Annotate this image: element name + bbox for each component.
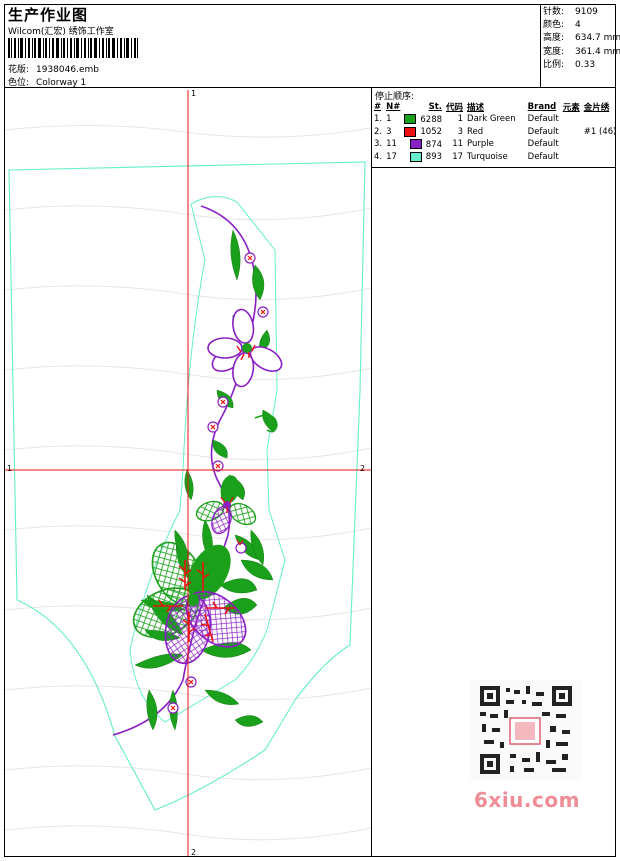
design-file-line: 花版: 1938046.emb — [8, 62, 99, 75]
row-element — [561, 151, 582, 164]
company-name: Wilcom(汇宏) 绣饰工作室 — [8, 27, 114, 37]
col-header-brand: Brand — [527, 102, 557, 112]
row-description: Dark Green — [467, 114, 516, 125]
row-stitches: 6288 — [402, 113, 444, 126]
height-value: 634.7 mm — [575, 33, 620, 44]
colors-value: 4 — [575, 20, 581, 31]
colors-label: 颜色: — [543, 20, 565, 31]
col-header-code: 代码 — [446, 103, 464, 113]
row-stitches: 893 — [402, 151, 444, 164]
stitches-label: 针数: — [543, 7, 565, 17]
stitch-count: 874 — [425, 139, 443, 150]
row-element — [561, 138, 582, 151]
stop-sequence-table: # N# St. 代码 描述 Brand 元素 金片绣 1. 1 6288 1 Dark… — [372, 101, 618, 163]
row-description: Red — [467, 126, 484, 137]
color-swatch — [409, 139, 422, 149]
col-header-stitches: St. — [428, 102, 443, 112]
col-header-sequin: 金片绣 — [583, 103, 610, 113]
row-brand: Default — [527, 114, 559, 125]
row-stitches: 1052 — [402, 126, 444, 139]
row-number: 17 — [386, 151, 397, 162]
row-brand: Default — [527, 151, 559, 162]
width-label: 宽度: — [543, 46, 565, 57]
row-index: 2. — [374, 126, 383, 137]
row-number: 3 — [386, 126, 392, 137]
row-number: 11 — [386, 139, 397, 150]
row-element — [561, 113, 582, 126]
row-code: 11 — [452, 139, 464, 150]
scale-label: 比例: — [543, 59, 565, 70]
row-code: 17 — [452, 151, 464, 162]
table-row: 3. 11 874 11 Purple Default — [372, 138, 618, 151]
row-description: Purple — [467, 139, 494, 150]
width-value: 361.4 mm — [575, 46, 620, 57]
color-swatch — [404, 114, 417, 124]
table-header-row: # N# St. 代码 描述 Brand 元素 金片绣 — [372, 101, 618, 113]
colorway-line: 色位: Colorway 1 — [8, 75, 86, 88]
row-index: 1. — [374, 114, 383, 125]
page-title: 生产作业图 — [8, 6, 89, 24]
row-brand: Default — [527, 126, 559, 137]
table-row: 2. 3 1052 3 Red Default #1 (46) — [372, 126, 618, 139]
table-row: 1. 1 6288 1 Dark Green Default — [372, 113, 618, 126]
row-number: 1 — [386, 114, 392, 125]
canvas-divider — [371, 87, 372, 857]
row-sequin — [582, 151, 619, 164]
scale-value: 0.33 — [575, 59, 596, 70]
colorway-value: Colorway 1 — [36, 78, 87, 88]
height-label: 高度: — [543, 33, 565, 44]
col-header-number: N# — [386, 102, 401, 112]
axis-left-label: 1 — [7, 464, 13, 473]
stitch-count: 893 — [425, 152, 443, 162]
color-swatch — [409, 151, 422, 162]
row-stitches: 874 — [402, 138, 444, 151]
row-code: 3 — [457, 126, 464, 137]
header-divider — [4, 87, 616, 88]
design-file-label: 花版: — [8, 65, 30, 75]
embroidery-canvas — [5, 90, 371, 856]
col-header-description: 描述 — [467, 103, 485, 113]
row-element — [561, 126, 582, 139]
row-index: 3. — [374, 139, 383, 150]
color-swatch — [404, 126, 417, 137]
axis-top-label: 1 — [191, 89, 197, 98]
barcode — [8, 38, 138, 58]
row-description: Turquoise — [467, 151, 508, 162]
stats-divider — [540, 4, 541, 88]
col-header-index: # — [374, 102, 382, 112]
row-brand: Default — [527, 139, 559, 150]
axis-right-label: 2 — [360, 464, 366, 473]
colorway-label: 色位: — [8, 78, 30, 88]
row-index: 4. — [374, 151, 383, 162]
axis-bottom-label: 2 — [191, 848, 197, 857]
top-flower — [207, 308, 283, 388]
sequence-divider — [371, 167, 616, 168]
qr-code — [470, 680, 582, 780]
design-stats: 针数: 9109 颜色: 4 高度: 634.7 mm 宽度: 361.4 mm 比例:… — [543, 6, 620, 72]
row-sequin — [582, 138, 619, 151]
watermark-text: 6xiu.com — [474, 788, 580, 812]
col-header-element: 元素 — [562, 103, 580, 113]
design-file-value: 1938046.emb — [36, 65, 99, 75]
stitches-value: 9109 — [575, 7, 598, 17]
stitch-count: 6288 — [420, 114, 443, 125]
table-row: 4. 17 893 17 Turquoise Default — [372, 151, 618, 164]
row-code: 1 — [457, 114, 464, 125]
row-sequin — [582, 113, 619, 126]
row-sequin: #1 (46) — [583, 126, 617, 137]
stitch-count: 1052 — [420, 127, 443, 137]
